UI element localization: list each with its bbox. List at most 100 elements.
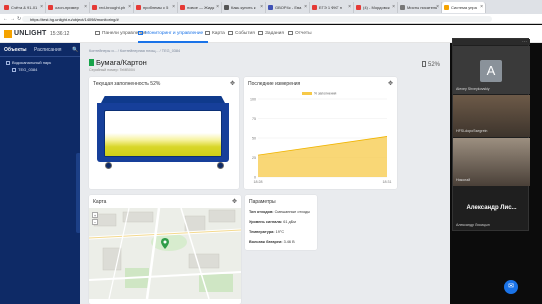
tab-favicon-icon bbox=[400, 5, 405, 10]
menu-item[interactable]: Карта bbox=[205, 31, 225, 36]
map-marker-icon[interactable] bbox=[161, 238, 169, 249]
y-tick-label: 0 bbox=[254, 175, 256, 179]
x-tick-label: 18:28 bbox=[254, 180, 263, 184]
page-title: Бумага/Картон bbox=[89, 58, 147, 67]
checkbox-icon[interactable] bbox=[6, 61, 10, 65]
browser-tab[interactable]: red-brought.ph × bbox=[90, 2, 134, 13]
browser-tab-label: новое — Жидк bbox=[187, 5, 215, 10]
browser-tab[interactable]: проблемы с 5 × bbox=[134, 2, 178, 13]
fill-level-window bbox=[104, 110, 222, 157]
browser-tab-label: ozon-пример bbox=[55, 5, 79, 10]
bin-icon bbox=[89, 59, 94, 66]
menu-icon bbox=[205, 31, 210, 35]
measurements-chart: 0 25 50 75 100 18:28 18:31 % заполнения bbox=[250, 92, 392, 184]
menu-icon bbox=[138, 31, 143, 35]
close-tab-icon[interactable]: × bbox=[172, 4, 175, 10]
more-icon[interactable]: ⋯ bbox=[522, 39, 527, 45]
close-tab-icon[interactable]: × bbox=[40, 4, 43, 10]
sidebar-item-device[interactable]: TEG_0384 bbox=[12, 67, 37, 72]
brand-logo[interactable]: UNLIGHT bbox=[4, 29, 46, 39]
close-tab-icon[interactable]: × bbox=[480, 4, 483, 10]
logo-mark-icon bbox=[4, 30, 12, 38]
browser-tab[interactable]: Система упра × bbox=[442, 2, 486, 13]
close-tab-icon[interactable]: × bbox=[304, 4, 307, 10]
search-icon[interactable]: 🔍 bbox=[72, 47, 78, 53]
param-signal: Уровень сигнала: 61 дБм bbox=[249, 220, 296, 224]
tab-favicon-icon bbox=[4, 5, 9, 10]
tab-favicon-icon bbox=[268, 5, 273, 10]
zoom-in-button[interactable]: + bbox=[92, 212, 98, 218]
tab-objects[interactable]: Объекты bbox=[4, 47, 27, 53]
browser-tab[interactable]: новое — Жидк × bbox=[178, 2, 222, 13]
tab-favicon-icon bbox=[312, 5, 317, 10]
params-card-title: Параметры bbox=[249, 199, 276, 205]
legend-swatch bbox=[302, 92, 312, 95]
menu-item[interactable]: Отчеты bbox=[288, 31, 312, 36]
browser-tab-bar: Счёта & 91-01 × ozon-пример × red-brought.ph… bbox=[0, 0, 542, 14]
video-call-panel: ⋯ A Alexey Shveykovskiy HFSLdopoSsegrein… bbox=[452, 38, 530, 231]
menu-item-label: События bbox=[235, 31, 255, 36]
video-tile-3[interactable]: Николай bbox=[453, 138, 530, 186]
sidebar-divider bbox=[0, 56, 80, 57]
menu-item-label: Отчеты bbox=[295, 31, 312, 36]
tab-schedule[interactable]: Расписания bbox=[34, 47, 62, 53]
browser-tab[interactable]: ЕГЭ 1 ФКГ п × bbox=[310, 2, 354, 13]
zoom-out-button[interactable]: − bbox=[92, 219, 98, 225]
breadcrumb[interactable]: Контейнеры и... / Контейнерная площ... /… bbox=[89, 49, 180, 53]
participant-name: Николай bbox=[456, 178, 471, 182]
sidebar-item-park[interactable]: Водоканальный парк bbox=[6, 60, 51, 65]
video-tile-2[interactable]: HFSLdopoSsegrein bbox=[453, 95, 530, 137]
param-temperature: Температура: 19°С bbox=[249, 230, 284, 234]
fill-card: Текущая заполненность 52% ✥ bbox=[89, 77, 239, 189]
close-tab-icon[interactable]: × bbox=[392, 4, 395, 10]
browser-tab[interactable]: Какь купить к × bbox=[222, 2, 266, 13]
move-icon[interactable]: ✥ bbox=[232, 198, 237, 205]
wheel-icon bbox=[105, 162, 112, 169]
sidebar: Объекты Расписания 🔍 Водоканальный парк … bbox=[0, 43, 81, 304]
close-tab-icon[interactable]: × bbox=[436, 4, 439, 10]
menu-item[interactable]: Задания bbox=[258, 31, 284, 36]
menu-item-label: Мониторинг и управление bbox=[145, 31, 204, 36]
close-tab-icon[interactable]: × bbox=[128, 4, 131, 10]
checkbox-icon[interactable] bbox=[12, 68, 16, 72]
param-value: 19°С bbox=[275, 230, 285, 234]
clock: 15:36:12 bbox=[50, 31, 70, 37]
map-view[interactable]: + − bbox=[89, 208, 241, 299]
tab-favicon-icon bbox=[224, 5, 229, 10]
measurements-card: Последние измерения ✥ 0 25 50 75 100 18:28 18:… bbox=[244, 77, 397, 189]
main-speaker-name: Александр Лис... bbox=[466, 205, 517, 211]
browser-tab[interactable]: Счёта & 91-01 × bbox=[2, 2, 46, 13]
param-label: Тип отходов: bbox=[249, 210, 274, 214]
video-tile-1[interactable]: A Alexey Shveykovskiy bbox=[453, 46, 530, 94]
menu-item[interactable]: События bbox=[228, 31, 255, 36]
map-card: Карта ✥ + − bbox=[89, 195, 241, 304]
browser-tab-label: red-brought.ph bbox=[99, 5, 126, 10]
close-tab-icon[interactable]: × bbox=[348, 4, 351, 10]
sidebar-item-label: Водоканальный парк bbox=[12, 60, 52, 65]
browser-tab[interactable]: ozon-пример × bbox=[46, 2, 90, 13]
browser-tab[interactable]: Мисты писатель × bbox=[398, 2, 442, 13]
url-field[interactable]: https://test.hg.unlight.ru/object/14098/… bbox=[22, 16, 492, 22]
browser-tab[interactable]: (4) - Мордовск × bbox=[354, 2, 398, 13]
param-label: Вольтаж батареи: bbox=[249, 240, 283, 244]
move-icon[interactable]: ✥ bbox=[230, 80, 235, 87]
browser-tab-label: GBOР4с - Ева bbox=[275, 5, 302, 10]
close-tab-icon[interactable]: × bbox=[84, 4, 87, 10]
menu-icon bbox=[258, 31, 263, 35]
menu-item-label: Задания bbox=[265, 31, 284, 36]
bin-outline-icon bbox=[422, 61, 426, 67]
param-value: 61 дБм bbox=[283, 220, 296, 224]
menu-item[interactable]: Мониторинг и управление bbox=[138, 31, 203, 36]
chat-button[interactable]: ✉ bbox=[504, 280, 518, 294]
close-tab-icon[interactable]: × bbox=[260, 4, 263, 10]
browser-tab-label: (4) - Мордовск bbox=[363, 5, 390, 10]
fill-percent-value: 52% bbox=[428, 62, 441, 68]
avatar: A bbox=[480, 60, 502, 82]
participant-name: HFSLdopoSsegrein bbox=[456, 129, 488, 133]
param-battery: Вольтаж батареи: 3.46 В bbox=[249, 240, 295, 244]
sidebar-item-label: TEG_0384 bbox=[18, 67, 38, 72]
close-tab-icon[interactable]: × bbox=[216, 4, 219, 10]
tab-favicon-icon bbox=[444, 5, 449, 10]
browser-tab[interactable]: GBOР4с - Ева × bbox=[266, 2, 310, 13]
browser-nav-icons[interactable]: ←→↻ bbox=[3, 16, 23, 22]
